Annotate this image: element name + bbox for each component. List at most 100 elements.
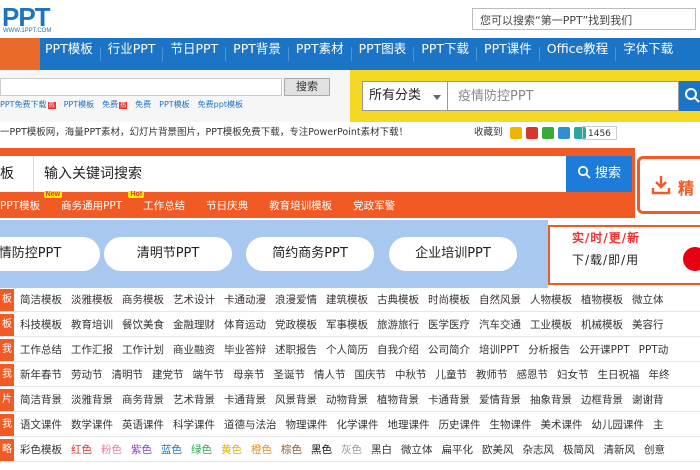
quick-category-link[interactable]: 节日庆典 [206, 198, 248, 213]
category-link[interactable]: 中秋节 [395, 363, 427, 387]
nav-item[interactable]: PPT图表 [352, 38, 414, 70]
category-link[interactable]: 创意 [644, 438, 665, 462]
category-link[interactable]: 红色 [71, 438, 92, 462]
category-link[interactable]: 国庆节 [355, 363, 387, 387]
bookmark-site-icon[interactable] [510, 127, 522, 139]
category-link[interactable]: 化学课件 [337, 413, 379, 437]
main-search-button[interactable]: 搜索 [566, 156, 632, 192]
site-logo[interactable]: PPT WWW.1PPT.COM [0, 2, 74, 36]
category-link[interactable]: 机械模板 [581, 313, 623, 337]
hot-search-tag[interactable]: PPT免费下载热 [0, 99, 56, 113]
category-link[interactable]: 爱情背景 [479, 388, 521, 412]
category-link[interactable]: 美术课件 [541, 413, 583, 437]
category-link[interactable]: 工作汇报 [71, 338, 113, 362]
category-link[interactable]: 商务背景 [122, 388, 164, 412]
nav-item[interactable]: 行业PPT [101, 38, 163, 70]
category-link[interactable]: 个人简历 [326, 338, 368, 362]
category-link[interactable]: 人物模板 [530, 288, 572, 312]
category-link[interactable]: 年终 [649, 363, 670, 387]
main-search-input[interactable] [34, 156, 564, 192]
category-link[interactable]: 幼儿园课件 [592, 413, 645, 437]
nav-item[interactable]: PPT背景 [226, 38, 288, 70]
nav-item[interactable]: PPT素材 [289, 38, 351, 70]
category-link[interactable]: 棕色 [281, 438, 302, 462]
hot-search-tag[interactable]: 免费热 [102, 99, 128, 113]
category-link[interactable]: 卡通动漫 [224, 288, 266, 312]
category-link[interactable]: 风景背景 [275, 388, 317, 412]
bookmark-site-icon[interactable] [542, 127, 554, 139]
category-link[interactable]: 妇女节 [557, 363, 589, 387]
category-link[interactable]: 黑白 [371, 438, 392, 462]
category-link[interactable]: 清新风 [604, 438, 636, 462]
category-link[interactable]: 分析报告 [528, 338, 570, 362]
category-link[interactable]: 商务模板 [122, 288, 164, 312]
category-link[interactable]: 主 [653, 413, 664, 437]
category-link[interactable]: 自我介绍 [377, 338, 419, 362]
category-link[interactable]: 餐饮美食 [122, 313, 164, 337]
top-search-input[interactable] [473, 10, 695, 31]
category-link[interactable]: 工作计划 [122, 338, 164, 362]
quick-category-link[interactable]: 工作总结 [143, 198, 185, 213]
category-link[interactable]: 公开课PPT [579, 338, 630, 362]
category-link[interactable]: 微立体 [632, 288, 664, 312]
category-link[interactable]: 汽车交通 [479, 313, 521, 337]
category-link[interactable]: 美容行 [632, 313, 664, 337]
nav-item[interactable]: 字体下载 [616, 38, 680, 70]
category-link[interactable]: 艺术背景 [173, 388, 215, 412]
nav-item[interactable]: PPT下载 [414, 38, 476, 70]
category-link[interactable]: 生日祝福 [598, 363, 640, 387]
category-link[interactable]: 圣诞节 [274, 363, 306, 387]
category-link[interactable]: 灰色 [341, 438, 362, 462]
category-link[interactable]: 医学医疗 [428, 313, 470, 337]
category-link[interactable]: 党政模板 [275, 313, 317, 337]
category-link[interactable]: 母亲节 [233, 363, 265, 387]
category-link[interactable]: 绿色 [191, 438, 212, 462]
category-link[interactable]: 培训PPT [479, 338, 519, 362]
category-link[interactable]: 橙色 [251, 438, 272, 462]
category-link[interactable]: 杂志风 [523, 438, 555, 462]
hot-search-tag[interactable]: PPT模板 [159, 99, 190, 113]
category-link[interactable]: 抽象背景 [530, 388, 572, 412]
category-link[interactable]: 毕业答辩 [224, 338, 266, 362]
category-link[interactable]: 微立体 [401, 438, 433, 462]
category-link[interactable]: 道德与法治 [224, 413, 277, 437]
category-link[interactable]: 清明节 [112, 363, 144, 387]
nav-item[interactable]: PPT课件 [477, 38, 539, 70]
mini-search-button[interactable]: 搜索 [284, 78, 330, 96]
nav-item[interactable]: Office教程 [540, 38, 616, 70]
category-search-button[interactable] [679, 81, 700, 111]
category-link[interactable]: 军事模板 [326, 313, 368, 337]
category-link[interactable]: 紫色 [131, 438, 152, 462]
category-link[interactable]: 卡通背景 [224, 388, 266, 412]
category-link[interactable]: 英语课件 [122, 413, 164, 437]
promo-banner[interactable]: 实/时/更/新 下/载/即/用 [548, 220, 700, 288]
category-search-input[interactable] [448, 82, 678, 110]
category-link[interactable]: 情人节 [314, 363, 346, 387]
category-link[interactable]: 极简风 [563, 438, 595, 462]
category-link[interactable]: 建党节 [152, 363, 184, 387]
category-link[interactable]: 淡雅背景 [71, 388, 113, 412]
category-link[interactable]: 金融理财 [173, 313, 215, 337]
category-link[interactable]: 古典模板 [377, 288, 419, 312]
category-link[interactable]: PPT动 [639, 338, 669, 362]
category-select[interactable]: 所有分类 [362, 81, 448, 111]
category-link[interactable]: 述职报告 [275, 338, 317, 362]
category-link[interactable]: 劳动节 [71, 363, 103, 387]
nav-item[interactable]: PPT模板 [38, 38, 100, 70]
category-link[interactable]: 动物背景 [326, 388, 368, 412]
quick-category-link[interactable]: 商务通用PPT Hot [61, 191, 145, 213]
category-link[interactable]: 公司简介 [428, 338, 470, 362]
category-link[interactable]: 卡通背景 [428, 388, 470, 412]
category-link[interactable]: 地理课件 [388, 413, 430, 437]
hot-search-tag[interactable]: 免费 [135, 99, 151, 113]
category-link[interactable]: 植物模板 [581, 288, 623, 312]
quick-category-link[interactable]: 教育培训模板 [269, 198, 332, 213]
category-link[interactable]: 科学课件 [173, 413, 215, 437]
bookmark-site-icon[interactable] [558, 127, 570, 139]
category-link[interactable]: 工业模板 [530, 313, 572, 337]
category-link[interactable]: 自然风景 [479, 288, 521, 312]
category-link[interactable]: 数学课件 [71, 413, 113, 437]
category-link[interactable]: 简洁模板 [20, 288, 62, 312]
category-link[interactable]: 时尚模板 [428, 288, 470, 312]
category-link[interactable]: 科技模板 [20, 313, 62, 337]
